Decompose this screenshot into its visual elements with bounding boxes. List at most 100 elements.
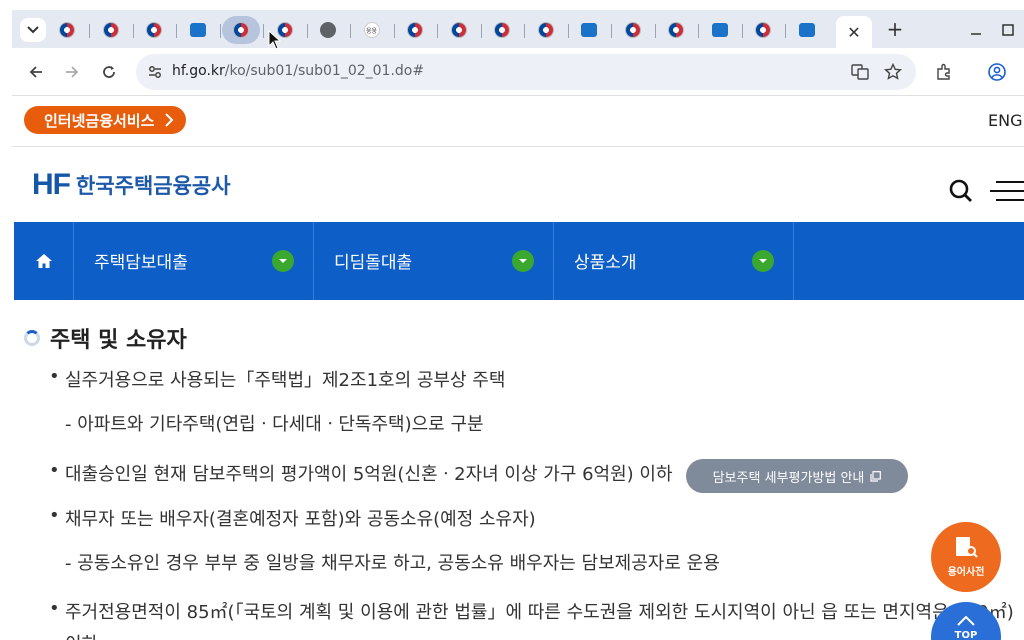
language-link[interactable]: ENG (988, 111, 1022, 130)
hf-icon (581, 23, 597, 37)
main-content: 주택 및 소유자 • 실주거용으로 사용되는「주택법」제2조1호의 공부상 주택 … (12, 300, 1024, 640)
new-tab-button[interactable]: + (882, 16, 908, 42)
chevron-down-icon[interactable] (752, 250, 774, 272)
close-icon[interactable]: ✕ (847, 23, 860, 42)
chevron-down-icon (27, 26, 39, 34)
url-text[interactable]: hf.go.kr/ko/sub01/sub01_02_01.do# (172, 63, 424, 79)
browser-tab[interactable] (701, 16, 739, 44)
main-navigation: 주택담보대출 디딤돌대출 상품소개 (14, 222, 1024, 300)
korea-flag-icon (233, 22, 249, 38)
browser-tab[interactable] (179, 16, 217, 44)
extensions-icon[interactable] (932, 60, 956, 84)
tab-separator (132, 24, 134, 38)
nav-item-label: 디딤돌대출 (334, 253, 413, 273)
hf-icon (711, 23, 728, 37)
hf-icon (798, 23, 815, 37)
nav-item-label: 상품소개 (574, 253, 637, 273)
logo-name: 한국주택금융공사 (76, 174, 231, 198)
tab-separator (306, 24, 308, 38)
hamburger-menu-icon[interactable] (990, 178, 1024, 204)
browser-tab[interactable] (396, 16, 434, 44)
list-item: • 채무자 또는 배우자(결혼예정자 포함)와 공동소유(예정 소유자) (49, 505, 536, 530)
list-item-continuation: 이하 (65, 630, 98, 640)
nav-item-mortgage-loan[interactable]: 주택담보대출 (74, 222, 314, 300)
browser-tab[interactable] (48, 16, 86, 44)
section-bullet-icon (24, 330, 40, 346)
tab-separator (89, 24, 90, 38)
browser-tab[interactable] (483, 16, 521, 44)
korea-flag-icon (755, 22, 771, 38)
tab-separator (567, 24, 569, 38)
browser-toolbar: hf.go.kr/ko/sub01/sub01_02_01.do# (12, 48, 1024, 96)
hf-icon (189, 23, 206, 37)
browser-tab[interactable] (527, 16, 565, 44)
utility-bar: 인터넷금융서비스 ENG (12, 97, 1024, 147)
tab-search-dropdown[interactable] (20, 18, 46, 42)
tab-separator (350, 24, 351, 38)
site-info-icon[interactable] (146, 63, 164, 81)
tab-separator (524, 24, 525, 38)
maximize-icon[interactable] (994, 18, 1022, 42)
tab-separator (393, 24, 395, 38)
korea-flag-icon (146, 22, 162, 38)
tab-separator (480, 24, 482, 38)
browser-tab[interactable] (570, 16, 608, 44)
back-icon[interactable] (24, 60, 48, 84)
korea-flag-icon (450, 22, 467, 38)
chevron-down-icon[interactable] (512, 250, 534, 272)
internet-banking-button[interactable]: 인터넷금융서비스 (24, 106, 187, 134)
korea-flag-icon (668, 22, 684, 38)
browser-tab[interactable] (222, 16, 260, 44)
address-bar[interactable]: hf.go.kr/ko/sub01/sub01_02_01.do# (136, 54, 916, 90)
tab-separator (785, 24, 786, 38)
browser-tab[interactable] (788, 16, 826, 44)
globe-icon (320, 22, 336, 38)
korea-flag-icon (624, 22, 641, 38)
list-item: • 대출승인일 현재 담보주택의 평가액이 5억원(신혼ㆍ2자녀 이상 가구 6억… (49, 460, 673, 485)
appraisal-guide-button[interactable]: 담보주택 세부평가방법 안내 (686, 459, 908, 493)
profile-icon[interactable] (985, 60, 1009, 84)
tab-strip: 웅웅 ✕ + (12, 10, 1024, 48)
korea-flag-icon (494, 22, 510, 38)
tab-separator (176, 24, 177, 38)
sub-list-item: - 공동소유인 경우 부부 중 일방을 채무자로 하고, 공동소유 배우자는 담… (65, 553, 720, 574)
chevron-right-icon (165, 113, 174, 127)
browser-tab[interactable] (440, 16, 478, 44)
nav-item-product-intro[interactable]: 상품소개 (554, 222, 794, 300)
search-icon[interactable] (948, 178, 974, 204)
tab-separator (611, 24, 612, 38)
chevron-up-icon (957, 616, 975, 626)
browser-tab[interactable] (614, 16, 652, 44)
korea-flag-icon (537, 22, 554, 38)
internet-banking-label: 인터넷금융서비스 (44, 111, 155, 130)
nav-item-didimdol-loan[interactable]: 디딤돌대출 (314, 222, 554, 300)
forward-icon[interactable] (60, 60, 84, 84)
reload-icon[interactable] (97, 60, 121, 84)
tab-separator (741, 24, 743, 38)
browser-tab[interactable]: 웅웅 (353, 16, 391, 44)
site-logo[interactable]: HF 한국주택금융공사 (32, 168, 231, 202)
translate-icon[interactable] (851, 63, 869, 81)
browser-tab[interactable] (309, 16, 347, 44)
list-item: • 실주거용으로 사용되는「주택법」제2조1호의 공부상 주택 (49, 366, 506, 391)
browser-tab[interactable] (92, 16, 130, 44)
tab-separator (654, 24, 656, 38)
korea-flag-icon (59, 22, 75, 38)
bookmark-star-icon[interactable] (884, 63, 902, 81)
browser-tab[interactable] (744, 16, 782, 44)
korea-flag-icon (102, 22, 119, 38)
glossary-button[interactable]: 용어사전 (931, 522, 1001, 592)
home-icon[interactable] (14, 222, 74, 300)
minimize-icon[interactable] (962, 18, 990, 42)
tab-separator (698, 24, 699, 38)
book-search-icon (956, 537, 978, 558)
logo-mark: HF (32, 168, 71, 201)
active-tab[interactable]: ✕ (836, 16, 872, 48)
nav-item-label: 주택담보대출 (94, 253, 188, 273)
sub-list-item: - 아파트와 기타주택(연립ㆍ다세대ㆍ단독주택)으로 구분 (65, 414, 484, 435)
chevron-down-icon[interactable] (272, 250, 294, 272)
browser-tab[interactable] (135, 16, 173, 44)
site-header: HF 한국주택금융공사 (12, 148, 1024, 222)
browser-tab[interactable] (657, 16, 695, 44)
web-page: 인터넷금융서비스 ENG HF 한국주택금융공사 주택담보대출 디딤돌대출 상품 (12, 97, 1024, 640)
